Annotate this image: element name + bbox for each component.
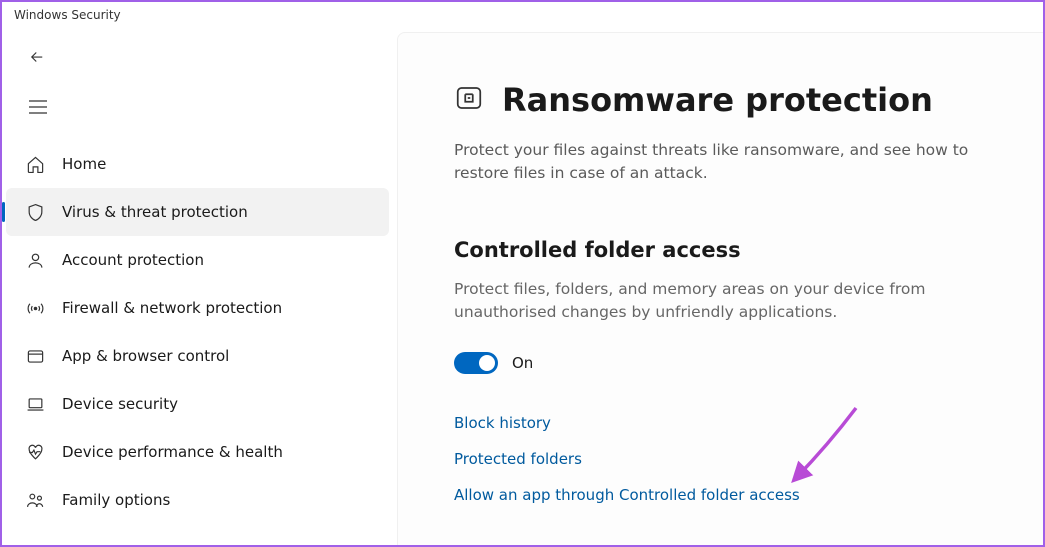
app-window-icon [24, 345, 46, 367]
sidebar-item-family[interactable]: Family options [2, 476, 397, 524]
sidebar-item-label: Device performance & health [62, 443, 283, 461]
sidebar-item-virus-threat[interactable]: Virus & threat protection [6, 188, 389, 236]
link-protected-folders[interactable]: Protected folders [454, 450, 995, 468]
sidebar-item-account[interactable]: Account protection [2, 236, 397, 284]
person-icon [24, 249, 46, 271]
hamburger-icon [29, 100, 47, 114]
section-description: Protect files, folders, and memory areas… [454, 278, 974, 325]
sidebar-item-label: Virus & threat protection [62, 203, 248, 221]
laptop-icon [24, 393, 46, 415]
heartbeat-icon [24, 441, 46, 463]
home-icon [24, 153, 46, 175]
content-pane: Ransomware protection Protect your files… [397, 32, 1043, 545]
ransomware-icon [454, 83, 484, 117]
back-button[interactable] [20, 40, 54, 74]
sidebar-item-label: Family options [62, 491, 170, 509]
sidebar-item-label: App & browser control [62, 347, 229, 365]
family-icon [24, 489, 46, 511]
sidebar-item-device-security[interactable]: Device security [2, 380, 397, 428]
back-arrow-icon [28, 48, 46, 66]
link-block-history[interactable]: Block history [454, 414, 995, 432]
sidebar-item-label: Home [62, 155, 106, 173]
sidebar-item-home[interactable]: Home [2, 140, 397, 188]
link-allow-app[interactable]: Allow an app through Controlled folder a… [454, 486, 995, 504]
sidebar: Home Virus & threat protection Account p… [2, 32, 397, 545]
page-description: Protect your files against threats like … [454, 139, 995, 186]
sidebar-item-performance[interactable]: Device performance & health [2, 428, 397, 476]
sidebar-item-label: Account protection [62, 251, 204, 269]
toggle-state-label: On [512, 354, 533, 372]
section-title: Controlled folder access [454, 238, 995, 262]
sidebar-item-label: Device security [62, 395, 178, 413]
shield-icon [24, 201, 46, 223]
page-title: Ransomware protection [502, 81, 933, 119]
antenna-icon [24, 297, 46, 319]
hamburger-button[interactable] [20, 90, 54, 124]
window-title: Windows Security [2, 2, 1043, 32]
sidebar-item-firewall[interactable]: Firewall & network protection [2, 284, 397, 332]
sidebar-item-app-browser[interactable]: App & browser control [2, 332, 397, 380]
sidebar-item-label: Firewall & network protection [62, 299, 282, 317]
controlled-folder-toggle[interactable] [454, 352, 498, 374]
